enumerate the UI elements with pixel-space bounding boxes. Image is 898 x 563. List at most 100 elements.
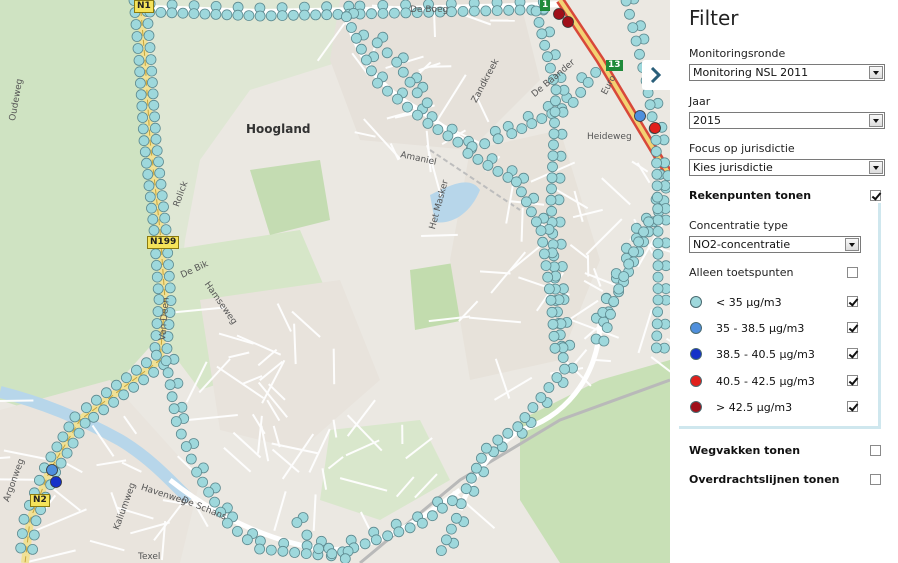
calculation-point[interactable] (546, 306, 558, 318)
calculation-point[interactable] (147, 213, 159, 225)
calculation-point[interactable] (310, 9, 322, 21)
calculation-point[interactable] (543, 382, 555, 393)
calculation-point[interactable] (163, 259, 174, 271)
calculation-point[interactable] (644, 99, 656, 111)
calculation-point[interactable] (300, 548, 312, 559)
calculation-point[interactable] (148, 224, 160, 236)
calculation-point[interactable] (118, 389, 129, 401)
calculation-point[interactable] (652, 225, 664, 237)
calculation-point[interactable] (69, 411, 81, 423)
calculation-point[interactable] (480, 442, 492, 454)
calculation-point[interactable] (210, 8, 222, 20)
calculation-point[interactable] (149, 122, 161, 134)
calculation-point[interactable] (472, 153, 484, 165)
jaar-select[interactable]: 2015 (689, 112, 885, 129)
calculation-point[interactable] (618, 271, 630, 282)
calculation-point[interactable] (627, 22, 639, 34)
calculation-point[interactable] (365, 65, 377, 77)
calculation-point[interactable] (291, 517, 303, 528)
calculation-point[interactable] (549, 106, 561, 118)
calculation-point[interactable] (624, 8, 635, 20)
calculation-point[interactable] (128, 381, 140, 393)
calculation-point[interactable] (623, 258, 635, 270)
calculation-point[interactable] (146, 202, 157, 214)
calculation-point[interactable] (546, 205, 557, 217)
calculation-point[interactable] (492, 133, 504, 145)
jurisdictie-select[interactable]: Kies jurisdictie (689, 159, 885, 176)
calculation-point[interactable] (340, 11, 352, 23)
calculation-point[interactable] (243, 10, 255, 22)
calculation-point[interactable] (91, 394, 102, 406)
calculation-point[interactable] (155, 178, 167, 190)
calculation-point[interactable] (372, 77, 383, 89)
legend-checkbox-lt35[interactable] (847, 296, 858, 307)
calculation-point[interactable] (519, 412, 531, 423)
calculation-point[interactable] (355, 43, 367, 55)
calculation-point[interactable] (553, 8, 565, 20)
calculation-point[interactable] (138, 374, 150, 386)
calculation-point[interactable] (185, 453, 197, 465)
calculation-point[interactable] (601, 322, 613, 334)
calculation-point[interactable] (28, 529, 40, 541)
calculation-point[interactable] (470, 462, 482, 474)
calculation-point[interactable] (526, 206, 537, 218)
calculation-point[interactable] (130, 364, 142, 376)
calculation-point[interactable] (158, 201, 169, 213)
calculation-point[interactable] (166, 7, 178, 19)
calculation-point[interactable] (442, 130, 454, 142)
dropdown-arrow-icon[interactable] (845, 238, 859, 251)
calculation-point[interactable] (366, 8, 377, 20)
calculation-point[interactable] (382, 85, 393, 97)
calculation-point[interactable] (651, 342, 662, 354)
calculation-point[interactable] (148, 366, 160, 378)
calculation-point[interactable] (547, 318, 559, 330)
dropdown-arrow-icon[interactable] (869, 114, 883, 127)
calculation-point[interactable] (646, 111, 658, 123)
calculation-point[interactable] (575, 87, 587, 98)
calculation-point[interactable] (326, 548, 338, 560)
calculation-point[interactable] (652, 271, 664, 283)
calculation-point[interactable] (142, 18, 154, 29)
concentratie-select[interactable]: NO2-concentratie (689, 236, 861, 253)
calculation-point[interactable] (146, 65, 158, 77)
calculation-point[interactable] (81, 402, 92, 414)
calculation-point[interactable] (191, 466, 203, 478)
calculation-point[interactable] (651, 168, 663, 180)
calculation-point[interactable] (132, 43, 144, 54)
calculation-point[interactable] (526, 118, 538, 129)
calculation-point[interactable] (98, 404, 109, 416)
calculation-point[interactable] (152, 283, 164, 295)
calculation-point[interactable] (559, 363, 570, 375)
calculation-point[interactable] (133, 55, 145, 66)
calculation-point[interactable] (549, 342, 561, 354)
dropdown-arrow-icon[interactable] (869, 66, 883, 79)
calculation-point[interactable] (562, 16, 574, 28)
calculation-point[interactable] (391, 56, 403, 68)
calculation-point[interactable] (516, 123, 528, 135)
calculation-point[interactable] (608, 296, 620, 307)
calculation-point[interactable] (146, 77, 158, 88)
calculation-point[interactable] (651, 180, 663, 192)
calculation-point[interactable] (143, 30, 155, 41)
calculation-point[interactable] (199, 8, 211, 20)
calculation-point[interactable] (382, 530, 394, 542)
calculation-point[interactable] (377, 7, 389, 19)
calculation-point[interactable] (536, 113, 548, 124)
calculation-point[interactable] (549, 117, 560, 129)
calculation-point[interactable] (548, 139, 559, 151)
calculation-point[interactable] (381, 47, 393, 59)
calculation-point[interactable] (546, 172, 558, 184)
calculation-point[interactable] (145, 54, 157, 65)
calculation-point[interactable] (462, 147, 474, 159)
calculation-point[interactable] (30, 515, 42, 527)
calculation-point[interactable] (16, 528, 28, 539)
calculation-point[interactable] (55, 457, 67, 469)
calculation-point[interactable] (652, 237, 664, 249)
calculation-point[interactable] (231, 526, 243, 537)
calculation-point[interactable] (162, 367, 174, 379)
calculation-point[interactable] (590, 67, 602, 78)
monitoringsronde-select[interactable]: Monitoring NSL 2011 (689, 64, 885, 81)
overdracht-checkbox[interactable] (870, 474, 881, 485)
rekenpunten-checkbox[interactable] (870, 190, 881, 201)
calculation-point[interactable] (287, 9, 299, 21)
